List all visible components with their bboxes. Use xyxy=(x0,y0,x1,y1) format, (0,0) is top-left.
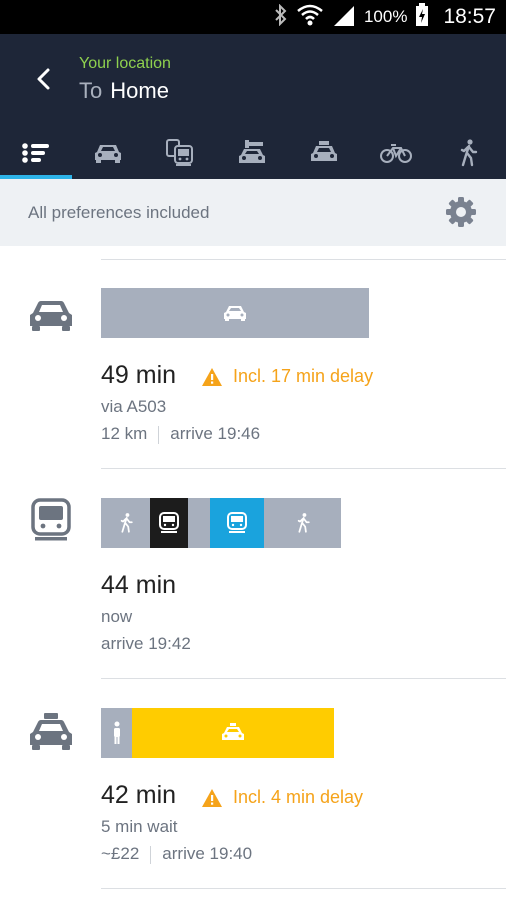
divider xyxy=(101,678,506,679)
warning-icon xyxy=(202,788,222,807)
route-details: ~£22 arrive 19:40 xyxy=(101,844,252,864)
route-header: Your location To Home xyxy=(0,34,506,179)
signal-icon xyxy=(332,4,356,31)
preferences-bar[interactable]: All preferences included xyxy=(0,179,506,246)
tube-segment-blue xyxy=(210,498,264,548)
divider xyxy=(101,888,506,889)
route-arrive: arrive 19:42 xyxy=(101,634,191,653)
taxi-icon xyxy=(26,708,76,754)
route-via: via A503 xyxy=(101,397,167,416)
walk-segment xyxy=(264,498,341,548)
back-button[interactable] xyxy=(26,62,60,96)
transit-icon xyxy=(166,138,193,166)
transfer-segment xyxy=(188,498,210,548)
route-duration: 42 min xyxy=(101,781,177,809)
delay-text: Incl. 17 min delay xyxy=(233,366,374,386)
tab-taxi[interactable] xyxy=(288,126,360,179)
walk-icon xyxy=(460,138,478,166)
route-bar-transit xyxy=(101,498,341,548)
car-segment xyxy=(101,288,369,338)
mode-tabs xyxy=(0,126,506,179)
delay-notice: Incl. 4 min delay xyxy=(201,787,363,808)
origin-label[interactable]: Your location xyxy=(79,55,171,73)
tab-car-share[interactable] xyxy=(216,126,288,179)
delay-text: Incl. 4 min delay xyxy=(233,787,364,807)
tab-transit[interactable] xyxy=(144,126,216,179)
walk-icon xyxy=(297,513,310,533)
route-arrive: arrive 19:46 xyxy=(170,424,261,443)
warning-icon xyxy=(202,367,222,386)
tube-icon xyxy=(159,512,179,533)
route-cost: ~£22 xyxy=(101,844,140,863)
route-duration: 44 min xyxy=(101,571,177,599)
wait-segment xyxy=(101,708,132,758)
tab-car[interactable] xyxy=(72,126,144,179)
taxi-icon xyxy=(311,140,337,161)
delay-notice: Incl. 17 min delay xyxy=(201,366,373,387)
route-wait: 5 min wait xyxy=(101,817,178,836)
route-distance: 12 km xyxy=(101,424,148,443)
destination-name: Home xyxy=(110,78,169,103)
divider xyxy=(101,468,506,469)
walk-icon xyxy=(120,513,133,533)
battery-percent: 100% xyxy=(363,7,408,26)
preferences-label: All preferences included xyxy=(28,203,210,222)
wifi-icon xyxy=(296,3,324,32)
tube-icon xyxy=(227,512,247,533)
route-details: 12 km arrive 19:46 xyxy=(101,424,260,444)
to-label: To xyxy=(79,78,103,103)
route-bar-taxi xyxy=(101,708,334,758)
destination-line[interactable]: To Home xyxy=(79,78,169,104)
taxi-icon xyxy=(222,723,244,740)
back-arrow-icon xyxy=(37,68,50,90)
battery-charging-icon xyxy=(415,2,429,32)
list-icon xyxy=(22,142,49,163)
divider xyxy=(101,259,506,260)
tube-segment-black xyxy=(150,498,188,548)
car-icon xyxy=(26,292,76,338)
transit-icon xyxy=(26,497,76,543)
bike-icon xyxy=(380,143,412,163)
tab-walk[interactable] xyxy=(432,126,504,179)
route-departure: now xyxy=(101,607,133,626)
bluetooth-icon xyxy=(274,3,288,31)
car-icon xyxy=(95,144,121,163)
clock: 18:57 xyxy=(443,5,496,28)
settings-button[interactable] xyxy=(445,196,477,228)
route-bar-car xyxy=(101,288,369,338)
tab-all[interactable] xyxy=(0,126,72,179)
car-icon xyxy=(224,306,246,321)
gear-icon xyxy=(446,197,476,227)
status-bar: 100% 18:57 xyxy=(0,0,506,34)
taxi-segment xyxy=(132,708,334,758)
tab-bike[interactable] xyxy=(360,126,432,179)
route-arrive: arrive 19:40 xyxy=(162,844,253,863)
route-duration: 49 min xyxy=(101,361,177,389)
standing-person-icon xyxy=(113,721,120,744)
walk-segment xyxy=(101,498,150,548)
car-share-icon xyxy=(239,139,265,163)
